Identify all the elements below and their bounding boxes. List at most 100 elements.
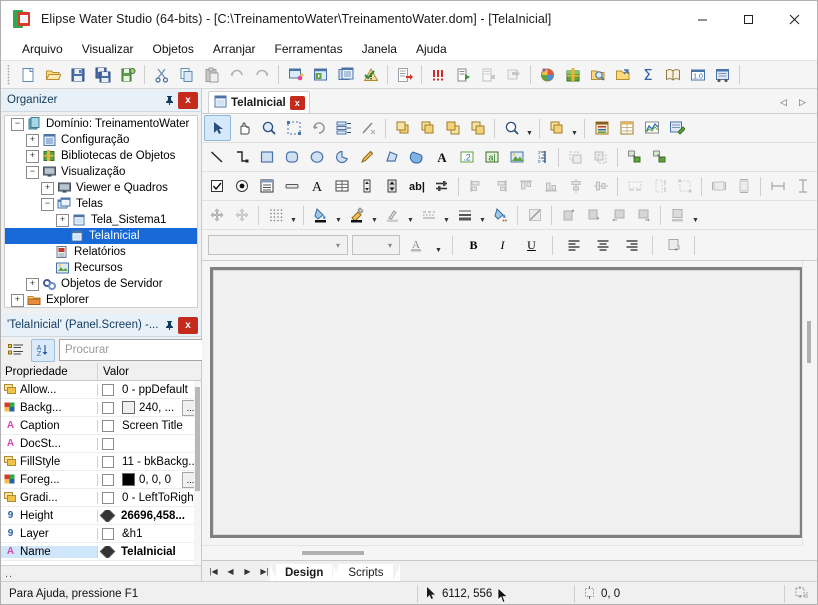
screen-list-icon[interactable] — [333, 63, 358, 86]
import-screen-icon[interactable] — [308, 63, 333, 86]
text-label-icon[interactable]: A — [304, 174, 329, 198]
menu-objetos[interactable]: Objetos — [144, 39, 203, 59]
chevron-down-icon[interactable]: ▼ — [441, 200, 452, 231]
group-icon[interactable] — [544, 116, 569, 140]
redo-icon[interactable] — [249, 63, 274, 86]
property-row[interactable]: Backg... 240, ... ... — [1, 399, 201, 417]
chevron-down-icon[interactable]: ▼ — [433, 230, 444, 261]
size-fit-icon[interactable] — [672, 174, 697, 198]
align-left-icon[interactable] — [463, 174, 488, 198]
sheet-prev-button[interactable]: ◀ — [223, 564, 238, 580]
updown-icon[interactable] — [379, 174, 404, 198]
shadow-left-icon[interactable] — [606, 203, 631, 227]
sum-icon[interactable]: Σ — [635, 63, 660, 86]
spin-icon[interactable] — [354, 174, 379, 198]
unlink-icon[interactable] — [647, 145, 672, 169]
properties-grid-body[interactable]: Allow... 0 - ppDefault Backg... — [1, 381, 201, 565]
chevron-down-icon[interactable]: ▼ — [288, 200, 299, 231]
open-folder-icon[interactable] — [40, 63, 65, 86]
gradient-icon[interactable] — [488, 203, 513, 227]
font-color-icon[interactable]: A — [404, 233, 429, 257]
menu-janela[interactable]: Janela — [353, 39, 406, 59]
shadow-right-icon[interactable] — [631, 203, 656, 227]
expander-icon[interactable]: + — [56, 214, 69, 227]
sort-az-icon[interactable]: AZ — [31, 339, 55, 362]
properties-close-button[interactable]: x — [178, 317, 198, 334]
binding-diamond-icon[interactable] — [100, 510, 116, 522]
space-v-icon[interactable] — [647, 174, 672, 198]
scale-icon[interactable]: 210 — [529, 145, 554, 169]
modified-checkbox[interactable] — [102, 456, 114, 468]
expander-icon[interactable]: + — [11, 294, 24, 307]
slider-icon[interactable] — [429, 174, 454, 198]
colors-icon[interactable] — [535, 63, 560, 86]
clear-format-icon[interactable] — [356, 116, 381, 140]
rounded-rect-icon[interactable] — [279, 145, 304, 169]
alarm-check-icon[interactable] — [358, 63, 383, 86]
organizer-close-button[interactable]: x — [178, 92, 198, 109]
pencil-icon[interactable] — [354, 145, 379, 169]
align-text-center-icon[interactable] — [590, 233, 615, 257]
save-all-icon[interactable] — [90, 63, 115, 86]
pie-icon[interactable] — [329, 145, 354, 169]
shadow-down-icon[interactable] — [581, 203, 606, 227]
tab-prev-button[interactable]: ◁ — [775, 94, 792, 111]
sheet-first-button[interactable]: |◀ — [206, 564, 221, 580]
sheet-tab-scripts[interactable]: Scripts — [339, 564, 392, 581]
word-wrap-icon[interactable] — [661, 233, 686, 257]
tree-item-configuracao[interactable]: + Configuração — [5, 132, 197, 148]
modified-checkbox[interactable] — [102, 402, 114, 414]
resize-icon[interactable] — [229, 203, 254, 227]
property-row[interactable]: 9 Height 26696,458... — [1, 507, 201, 525]
line-color-icon[interactable] — [380, 203, 405, 227]
tab-next-button[interactable]: ▷ — [794, 94, 811, 111]
new-file-icon[interactable] — [15, 63, 40, 86]
grid-icon[interactable] — [329, 174, 354, 198]
document-tab-close-button[interactable]: x — [290, 96, 305, 110]
italic-button[interactable]: I — [490, 233, 515, 257]
tree-item-dominio[interactable]: − Domínio: TreinamentoWater — [5, 116, 197, 132]
tree-item-relatorios[interactable]: Relatórios — [5, 244, 197, 260]
library-icon[interactable] — [560, 63, 585, 86]
menu-visualizar[interactable]: Visualizar — [73, 39, 143, 59]
modified-checkbox[interactable] — [102, 384, 114, 396]
property-row[interactable]: Allow... 0 - ppDefault — [1, 381, 201, 399]
modified-checkbox[interactable] — [102, 420, 114, 432]
expander-icon[interactable]: + — [26, 278, 39, 291]
modified-checkbox[interactable] — [102, 438, 114, 450]
report-icon[interactable] — [710, 63, 735, 86]
property-row[interactable]: A DocSt... — [1, 435, 201, 453]
tree-item-recursos[interactable]: Recursos — [5, 260, 197, 276]
modified-checkbox[interactable] — [102, 528, 114, 540]
font-size-combo[interactable]: ▾ — [352, 235, 400, 255]
property-row[interactable]: Foreg... 0, 0, 0 ... — [1, 471, 201, 489]
border-icon[interactable] — [665, 203, 690, 227]
canvas-vertical-scrollbar[interactable] — [802, 261, 817, 546]
expander-icon[interactable]: + — [26, 150, 39, 163]
tag-browser-icon[interactable] — [331, 116, 356, 140]
display-icon[interactable]: .2 — [454, 145, 479, 169]
ungroup-obj-icon[interactable] — [588, 145, 613, 169]
tree-item-objetos-servidor[interactable]: + Objetos de Servidor — [5, 276, 197, 292]
shadow-up-icon[interactable] — [556, 203, 581, 227]
property-value-cell[interactable]: 11 - bkBackg... — [98, 456, 201, 468]
setpoint-icon[interactable]: a| — [479, 145, 504, 169]
checkbox-icon[interactable] — [204, 174, 229, 198]
polyline-icon[interactable] — [229, 145, 254, 169]
zoom-region-icon[interactable] — [281, 116, 306, 140]
properties-pin-button[interactable] — [160, 316, 178, 334]
rotate-icon[interactable] — [306, 116, 331, 140]
minimize-button[interactable] — [679, 1, 725, 37]
listbox-icon[interactable] — [254, 174, 279, 198]
menu-arranjar[interactable]: Arranjar — [204, 39, 265, 59]
status-resize-cell[interactable] — [785, 582, 817, 605]
undo-icon[interactable] — [224, 63, 249, 86]
font-family-combo[interactable]: ▾ — [208, 235, 348, 255]
alarm-viewer-icon[interactable] — [589, 116, 614, 140]
save-icon[interactable] — [65, 63, 90, 86]
line-style-icon[interactable] — [416, 203, 441, 227]
property-row[interactable]: FillStyle 11 - bkBackg... — [1, 453, 201, 471]
property-value-cell[interactable]: 0, 0, 0 ... — [98, 472, 201, 488]
zoom-icon[interactable] — [256, 116, 281, 140]
property-value-cell[interactable]: &h1 — [98, 528, 201, 540]
